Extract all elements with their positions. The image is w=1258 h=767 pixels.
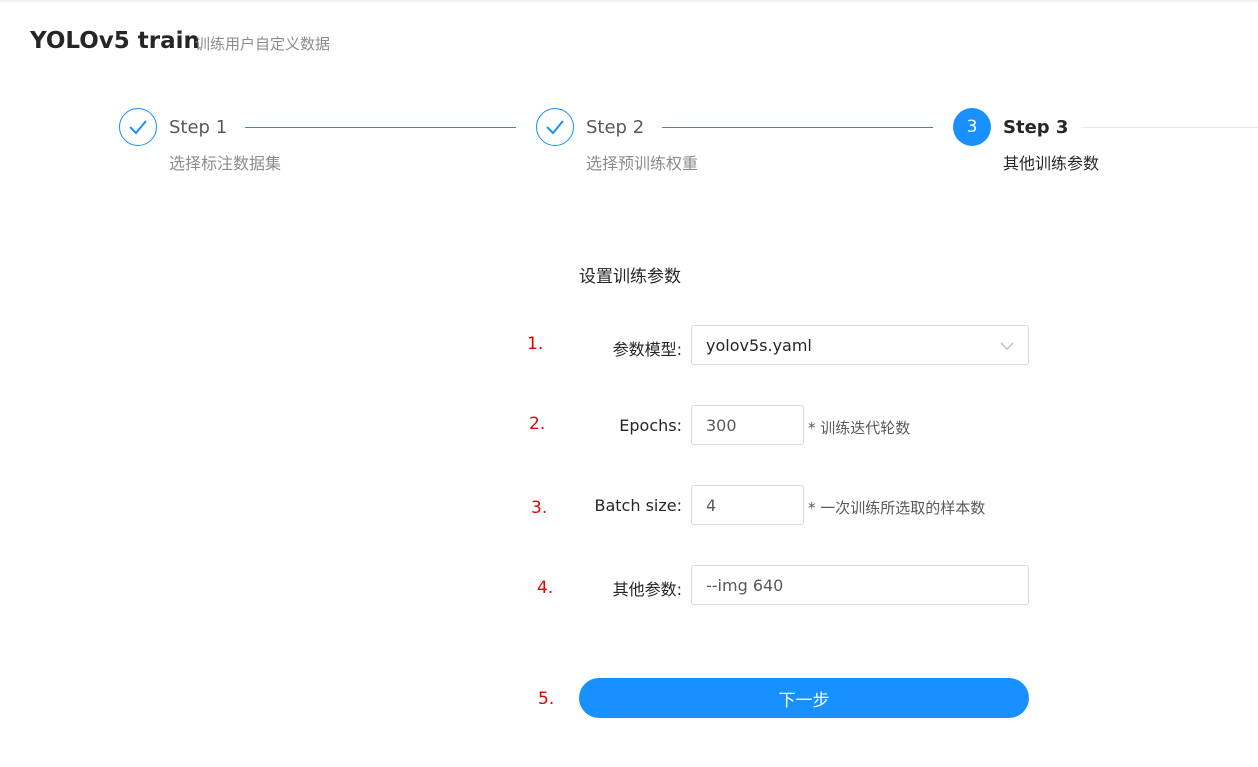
batch-size-input[interactable] (691, 485, 804, 525)
step-connector-2 (662, 127, 933, 128)
epochs-hint: * 训练迭代轮数 (808, 419, 911, 437)
section-title: 设置训练参数 (579, 267, 681, 287)
step-3-description: 其他训练参数 (1003, 154, 1100, 173)
model-label: 参数模型: (612, 340, 682, 359)
epochs-input[interactable] (691, 405, 804, 445)
other-params-input[interactable] (691, 565, 1029, 605)
batch-size-hint: * 一次训练所选取的样本数 (808, 499, 986, 517)
page-subtitle: 训练用户自定义数据 (195, 35, 331, 53)
top-divider (0, 0, 1258, 2)
step-3-number-icon: 3 (953, 108, 991, 146)
page-title: YOLOv5 train (30, 28, 200, 54)
step-2-check-icon (536, 108, 574, 146)
step-connector-3 (1081, 127, 1258, 128)
other-params-label: 其他参数: (612, 580, 682, 599)
chevron-down-icon (1000, 338, 1014, 357)
step-1-title: Step 1 (169, 117, 228, 138)
epochs-label: Epochs: (619, 416, 682, 435)
step-2-title: Step 2 (586, 117, 645, 138)
model-select[interactable]: yolov5s.yaml (691, 325, 1029, 365)
step-1-check-icon (119, 108, 157, 146)
model-select-value: yolov5s.yaml (706, 335, 812, 355)
step-3-title: Step 3 (1003, 117, 1069, 138)
batch-size-label: Batch size: (594, 496, 683, 515)
step-1-description: 选择标注数据集 (169, 154, 282, 173)
marker-5: 5. (538, 689, 555, 709)
step-2-description: 选择预训练权重 (586, 154, 699, 173)
step-connector-1 (245, 127, 516, 128)
next-step-button[interactable]: 下一步 (579, 678, 1029, 718)
